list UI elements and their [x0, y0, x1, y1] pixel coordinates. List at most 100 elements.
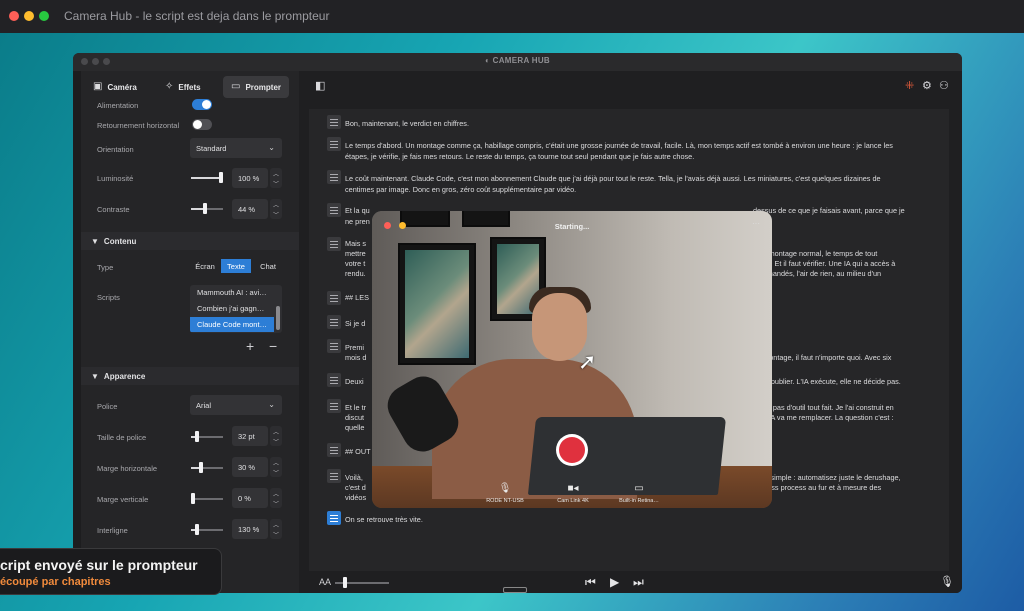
display-icon: ▭ — [634, 483, 644, 494]
marge-verticale-slider-track[interactable] — [191, 498, 223, 500]
font-size-icon[interactable]: AA — [319, 577, 331, 587]
tab-camera[interactable]: ▣ Caméra — [85, 76, 151, 98]
contraste-value[interactable]: 44 % — [232, 199, 268, 219]
maximize-window-button[interactable] — [39, 11, 49, 21]
skip-back-icon[interactable]: ⏮ — [585, 575, 596, 590]
paragraph-marker[interactable] — [327, 170, 341, 184]
paragraph-marker[interactable] — [327, 137, 341, 151]
orientation-select[interactable]: Standard ⌄ — [190, 138, 282, 158]
paragraph-marker[interactable] — [327, 291, 341, 305]
paragraph-marker[interactable] — [327, 339, 341, 353]
scripts-scrollbar[interactable] — [276, 306, 280, 330]
contenu-section-header[interactable]: ▼ Contenu — [81, 232, 299, 250]
luminosite-slider-thumb[interactable] — [219, 172, 223, 183]
type-option-texte[interactable]: Texte — [221, 259, 251, 273]
paragraph-marker[interactable] — [327, 373, 341, 387]
paragraph-marker[interactable] — [327, 115, 341, 129]
play-icon[interactable]: ▶ — [610, 575, 619, 589]
grid-apps-icon[interactable]: ⁜ — [905, 79, 914, 92]
device-display[interactable]: ▭ Built-in Retina… — [604, 483, 674, 504]
app-title: ◐ CAMERA HUB — [484, 56, 551, 65]
camera-preview-titlebar: Starting... ··· — [372, 211, 772, 239]
prompter-paragraph: Le temps d'abord. Un montage comme ça, h… — [345, 141, 893, 161]
marge-verticale-value[interactable]: 0 % — [232, 488, 268, 508]
luminosite-stepper[interactable]: ︿ ﹀ — [270, 168, 282, 188]
retournement-horizontal-toggle[interactable] — [192, 119, 212, 130]
taille-police-slider-thumb[interactable] — [195, 431, 199, 442]
sidebar-toggle-icon[interactable]: ◧ — [315, 79, 325, 92]
police-select[interactable]: Arial ⌄ — [190, 395, 282, 415]
disclosure-triangle-icon: ▼ — [91, 371, 99, 381]
device-camera[interactable]: ■◂ Cam Link 4K — [538, 483, 608, 504]
alimentation-label: Alimentation — [97, 101, 139, 110]
paragraph-marker[interactable] — [327, 399, 341, 413]
paragraph-marker[interactable] — [327, 203, 341, 217]
mouse-cursor-icon: ➚ — [578, 349, 597, 374]
camera-status: Starting... — [554, 222, 590, 231]
wall-picture — [398, 243, 476, 365]
caption-line-2: écoupé par chapitres — [0, 576, 111, 588]
record-button[interactable] — [556, 434, 588, 466]
microphone-icon[interactable]: 🎙 — [940, 575, 954, 588]
camera-preview-window[interactable]: Starting... ··· 🎙 RODE NT-USB ■◂ Cam Lin… — [372, 211, 772, 508]
luminosite-slider-fill — [191, 177, 221, 179]
paragraph-marker[interactable] — [327, 315, 341, 329]
prompter-icon: ▭ — [231, 81, 241, 92]
contraste-stepper[interactable]: ︿ ﹀ — [270, 199, 282, 219]
app-titlebar: ◐ CAMERA HUB — [73, 53, 962, 71]
microphone-icon: 🎙 — [498, 483, 512, 494]
speed-slider-thumb[interactable] — [343, 577, 347, 588]
marge-verticale-label: Marge verticale — [97, 495, 149, 504]
marge-horizontale-slider-thumb[interactable] — [199, 462, 203, 473]
interligne-slider-thumb[interactable] — [195, 524, 199, 535]
prompter-paragraph-continuation: dessus de ce que je faisais avant, parce… — [753, 206, 905, 215]
more-options-icon[interactable]: ··· — [752, 219, 760, 228]
resize-handle[interactable] — [503, 587, 527, 593]
taille-police-stepper[interactable]: ︿ ﹀ — [270, 426, 282, 446]
add-script-button[interactable]: + — [246, 338, 254, 354]
alimentation-toggle[interactable] — [192, 99, 212, 110]
prompter-bottom-bar: AA ⏮ ▶ ⏭ 🎙 — [299, 573, 962, 593]
script-item[interactable]: Combien j'ai gagn… — [190, 301, 274, 316]
contraste-slider-thumb[interactable] — [203, 203, 207, 214]
prompter-paragraph: Le coût maintenant. Claude Code, c'est m… — [345, 174, 881, 194]
outer-window-titlebar: Camera Hub - le script est deja dans le … — [0, 0, 1024, 33]
tab-prompter[interactable]: ▭ Prompter — [223, 76, 289, 98]
apparence-section-header[interactable]: ▼ Apparence — [81, 367, 299, 385]
minimize-window-button[interactable] — [24, 11, 34, 21]
paragraph-marker-selected[interactable] — [327, 511, 341, 525]
scripts-list: Mammouth AI : avi… Combien j'ai gagn… Cl… — [190, 285, 282, 333]
script-item[interactable]: Mammouth AI : avi… — [190, 285, 274, 300]
user-icon[interactable]: ⚇ — [939, 79, 949, 92]
close-window-button[interactable] — [9, 11, 19, 21]
interligne-stepper[interactable]: ︿ ﹀ — [270, 519, 282, 539]
type-option-ecran[interactable]: Écran — [190, 259, 220, 273]
marge-horizontale-label: Marge horizontale — [97, 464, 158, 473]
remove-script-button[interactable]: − — [269, 338, 277, 354]
outer-window-title: Camera Hub - le script est deja dans le … — [64, 9, 330, 23]
type-option-chat[interactable]: Chat — [253, 259, 283, 273]
script-item-selected[interactable]: Claude Code mont… — [190, 317, 274, 332]
skip-forward-icon[interactable]: ⏭ — [633, 575, 644, 590]
luminosite-value[interactable]: 100 % — [232, 168, 268, 188]
interligne-value[interactable]: 130 % — [232, 519, 268, 539]
taille-police-value[interactable]: 32 pt — [232, 426, 268, 446]
interligne-label: Interligne — [97, 526, 128, 535]
marge-verticale-stepper[interactable]: ︿ ﹀ — [270, 488, 282, 508]
prompter-paragraph-continuation: vidéo. Et il faut vérifier. Une IA qui a… — [753, 259, 896, 268]
marge-horizontale-value[interactable]: 30 % — [232, 457, 268, 477]
prompter-paragraph-continuation: outil IA va me remplacer. La question c'… — [753, 413, 894, 422]
disclosure-triangle-icon: ▼ — [91, 236, 99, 246]
taille-police-label: Taille de police — [97, 433, 147, 442]
type-label: Type — [97, 263, 114, 272]
gear-icon[interactable]: ⚙ — [922, 79, 932, 92]
paragraph-marker[interactable] — [327, 443, 341, 457]
paragraph-marker[interactable] — [327, 237, 341, 251]
marge-verticale-slider-thumb[interactable] — [191, 493, 195, 504]
device-microphone[interactable]: 🎙 RODE NT-USB — [470, 483, 540, 504]
marge-horizontale-stepper[interactable]: ︿ ﹀ — [270, 457, 282, 477]
prompter-paragraph-continuation: ation, pas d'outil tout fait. Je l'ai co… — [753, 403, 894, 412]
tab-effets[interactable]: ✧ Effets — [157, 76, 219, 98]
police-label: Police — [97, 402, 118, 411]
paragraph-marker[interactable] — [327, 469, 341, 483]
